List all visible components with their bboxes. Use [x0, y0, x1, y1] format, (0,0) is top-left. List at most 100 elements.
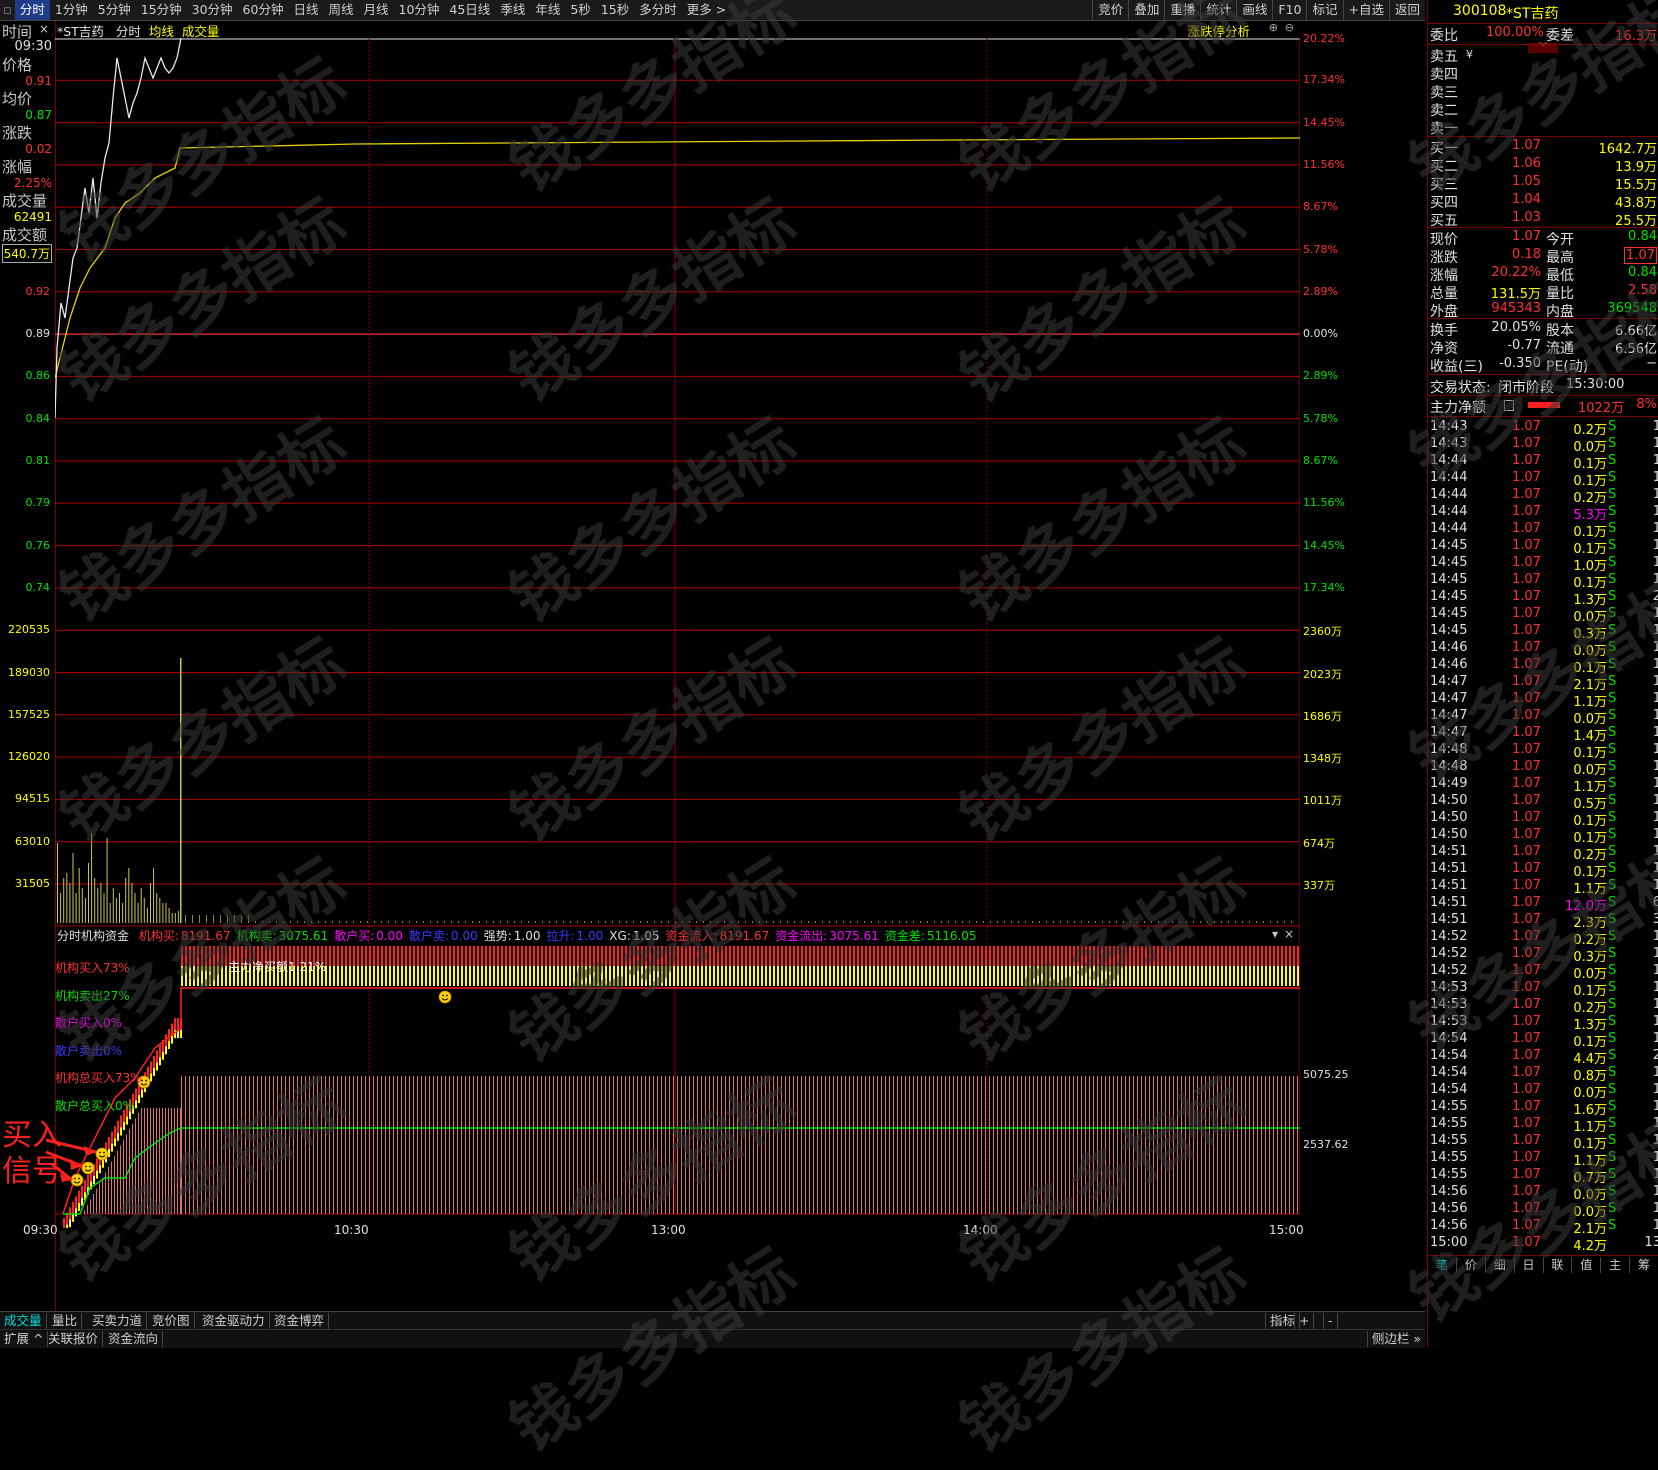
tick-row[interactable]: 14:55 1.07 1.1万 S 1: [1428, 1150, 1658, 1169]
period-tab[interactable]: 周线: [323, 0, 358, 20]
panel-tab[interactable]: 细: [1486, 1257, 1515, 1273]
period-tab[interactable]: 月线: [358, 0, 393, 20]
panel-tab[interactable]: 价: [1457, 1257, 1486, 1273]
indicator-tab[interactable]: 成交量: [0, 1313, 47, 1329]
extension-tab[interactable]: 扩展 ^: [0, 1331, 49, 1347]
bid-row[interactable]: 买五 1.03 25.5万: [1428, 210, 1658, 229]
tick-row[interactable]: 14:48 1.07 0.0万 S 1: [1428, 759, 1658, 778]
bid-row[interactable]: 买一 1.07 1642.7万: [1428, 138, 1658, 157]
period-tab[interactable]: 分时: [14, 0, 50, 20]
period-tab[interactable]: 15分钟: [136, 0, 187, 20]
tick-row[interactable]: 14:54 1.07 0.0万 S 1: [1428, 1082, 1658, 1101]
indicator-tab[interactable]: 资金驱动力: [198, 1313, 270, 1329]
indicator-name[interactable]: 分时机构资金: [57, 929, 129, 943]
tick-row[interactable]: 14:47 1.07 1.4万 S 1: [1428, 725, 1658, 744]
tick-row[interactable]: 14:45 1.07 1.0万 S 1: [1428, 555, 1658, 574]
toolbar-button[interactable]: 叠加: [1128, 0, 1164, 20]
tick-row[interactable]: 14:43 1.07 0.0万 S 1: [1428, 436, 1658, 455]
tick-row[interactable]: 14:45 1.07 0.1万 S 1: [1428, 538, 1658, 557]
zoom-in-icon[interactable]: ⊕: [1269, 21, 1278, 34]
indicator-tab[interactable]: 资金博弈: [270, 1313, 330, 1329]
panel-tab[interactable]: 联: [1544, 1257, 1573, 1273]
tick-row[interactable]: 14:53 1.07 0.1万 S 1: [1428, 980, 1658, 999]
tick-row[interactable]: 14:44 1.07 0.1万 S 1: [1428, 521, 1658, 540]
tick-row[interactable]: 14:45 1.07 1.3万 S 2: [1428, 589, 1658, 608]
tick-row[interactable]: 14:46 1.07 0.0万 S 1: [1428, 640, 1658, 659]
ask-row[interactable]: 卖五 ¥: [1428, 46, 1658, 65]
period-tab[interactable]: 1分钟: [50, 0, 93, 20]
panel-tab[interactable]: 值: [1572, 1257, 1602, 1273]
tick-row[interactable]: 14:51 1.07 0.1万 S 1: [1428, 861, 1658, 880]
sidebar-toggle[interactable]: 侧边栏 »: [1366, 1331, 1425, 1347]
toolbar-button[interactable]: 标记: [1306, 0, 1342, 20]
period-tab[interactable]: 5分钟: [93, 0, 136, 20]
panel-tab[interactable]: 主: [1601, 1257, 1631, 1273]
indicator-control[interactable]: +: [1294, 1313, 1315, 1329]
tick-row[interactable]: 14:56 1.07 2.1万 S 1: [1428, 1218, 1658, 1237]
panel-tab[interactable]: 日: [1515, 1257, 1544, 1273]
toolbar-button[interactable]: 返回: [1388, 0, 1425, 20]
tick-row[interactable]: 14:47 1.07 1.1万 S 1: [1428, 691, 1658, 710]
indicator-tab[interactable]: 买卖力道: [88, 1313, 148, 1329]
tick-row[interactable]: 14:47 1.07 2.1万 S 1: [1428, 674, 1658, 693]
tick-row[interactable]: 14:48 1.07 0.1万 S 1: [1428, 742, 1658, 761]
tick-row[interactable]: 14:55 1.07 0.1万 S 1: [1428, 1133, 1658, 1152]
period-tab[interactable]: 30分钟: [187, 0, 238, 20]
tick-row[interactable]: 14:45 1.07 0.1万 S 1: [1428, 572, 1658, 591]
tick-row[interactable]: 14:54 1.07 0.8万 S 1: [1428, 1065, 1658, 1084]
period-tab[interactable]: 年线: [530, 0, 565, 20]
avg-line-toggle[interactable]: 均线: [149, 24, 174, 39]
toolbar-grip-icon[interactable]: ▫: [0, 3, 15, 18]
period-tab[interactable]: 5秒: [565, 0, 595, 20]
tick-row[interactable]: 14:51 1.07 0.2万 S 1: [1428, 844, 1658, 863]
extension-tab[interactable]: 资金流向: [104, 1331, 164, 1347]
toolbar-button[interactable]: 画线: [1236, 0, 1272, 20]
ask-row[interactable]: 卖四: [1428, 64, 1658, 83]
tick-row[interactable]: 14:43 1.07 0.2万 S 1: [1428, 419, 1658, 438]
tick-row[interactable]: 14:44 1.07 0.2万 S 1: [1428, 487, 1658, 506]
tick-row[interactable]: 14:46 1.07 0.1万 S 1: [1428, 657, 1658, 676]
period-tab[interactable]: 45日线: [444, 0, 495, 20]
tick-row[interactable]: 14:45 1.07 0.0万 S 1: [1428, 606, 1658, 625]
tick-row[interactable]: 14:54 1.07 4.4万 S 2: [1428, 1048, 1658, 1067]
indicator-control[interactable]: -: [1323, 1313, 1338, 1329]
tick-row[interactable]: 14:53 1.07 1.3万 S 1: [1428, 1014, 1658, 1033]
period-tab[interactable]: 60分钟: [238, 0, 289, 20]
panel-tab[interactable]: 筹: [1630, 1257, 1658, 1273]
tick-row[interactable]: 14:51 1.07 2.3万 S 3: [1428, 912, 1658, 931]
tick-row[interactable]: 14:51 1.07 1.1万 S 1: [1428, 878, 1658, 897]
tick-row[interactable]: 14:44 1.07 5.3万 S 1: [1428, 504, 1658, 523]
toolbar-button[interactable]: +自选: [1342, 0, 1389, 20]
tick-row[interactable]: 14:56 1.07 0.0万 S 1: [1428, 1184, 1658, 1203]
tick-row[interactable]: 14:52 1.07 0.0万 S 1: [1428, 963, 1658, 982]
period-tab[interactable]: 15秒: [596, 0, 634, 20]
tick-row[interactable]: 14:47 1.07 0.0万 S 1: [1428, 708, 1658, 727]
toolbar-button[interactable]: F10: [1272, 0, 1306, 20]
bid-row[interactable]: 买二 1.06 13.9万: [1428, 156, 1658, 175]
tick-row[interactable]: 15:00 1.07 4.2万 13: [1428, 1235, 1658, 1254]
bid-row[interactable]: 买四 1.04 43.8万: [1428, 192, 1658, 211]
tick-row[interactable]: 14:51 1.07 12.0万 S 6: [1428, 895, 1658, 914]
tick-row[interactable]: 14:56 1.07 0.0万 S 1: [1428, 1201, 1658, 1220]
period-tab[interactable]: 季线: [495, 0, 530, 20]
period-tab[interactable]: 日线: [288, 0, 323, 20]
chart-mode[interactable]: 分时: [116, 24, 141, 39]
toolbar-button[interactable]: 统计: [1200, 0, 1236, 20]
period-tab[interactable]: 多分时: [634, 0, 682, 20]
period-tab[interactable]: 10分钟: [394, 0, 445, 20]
tick-row[interactable]: 14:50 1.07 0.1万 S 1: [1428, 810, 1658, 829]
tick-row[interactable]: 14:44 1.07 0.1万 S 1: [1428, 470, 1658, 489]
indicator-dropdown-icon[interactable]: ▾: [1272, 927, 1278, 941]
tick-row[interactable]: 14:50 1.07 0.5万 S 1: [1428, 793, 1658, 812]
ask-row[interactable]: 卖三: [1428, 82, 1658, 101]
tick-row[interactable]: 14:52 1.07 0.2万 S 1: [1428, 929, 1658, 948]
toolbar-button[interactable]: 重播: [1164, 0, 1200, 20]
indicator-tab[interactable]: 量比: [48, 1313, 83, 1329]
tick-row[interactable]: 14:45 1.07 0.3万 S 1: [1428, 623, 1658, 642]
volume-toggle[interactable]: 成交量: [182, 24, 220, 39]
tick-row[interactable]: 14:55 1.07 0.7万 S 1: [1428, 1167, 1658, 1186]
panel-tab[interactable]: 笔: [1428, 1257, 1457, 1273]
main-net-detail-icon[interactable]: [1504, 400, 1514, 411]
tick-row[interactable]: 14:49 1.07 1.1万 S 1: [1428, 776, 1658, 795]
tick-row[interactable]: 14:50 1.07 0.1万 S 1: [1428, 827, 1658, 846]
